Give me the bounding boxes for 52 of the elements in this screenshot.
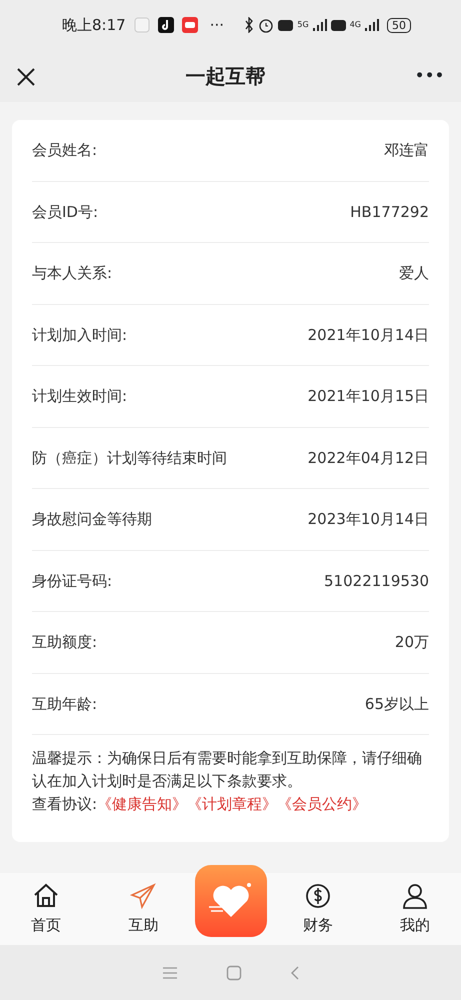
field-value: 爱人 [399,263,429,284]
field-value: 2021年10月15日 [308,386,429,407]
tab[interactable]: 我的 [369,882,461,936]
field-value: 51022119530 [324,570,429,592]
field-value: 邓连富 [384,140,429,161]
field-label: 互助额度: [32,632,98,653]
signal-icon [365,19,379,31]
network-label: 4G [350,21,361,29]
field-label: 防（癌症）计划等待结束时间 [32,448,227,468]
home-button-icon[interactable] [226,964,242,980]
tab[interactable]: 财务 [272,882,364,936]
agreements-label: 查看协议: [32,795,98,813]
field-label: 会员ID号: [32,202,98,222]
field-value: 2021年10月14日 [308,324,429,346]
field-label: 计划加入时间: [32,324,128,346]
field-label: 互助年龄: [32,694,98,714]
more-button[interactable]: ••• [415,66,445,86]
page-title: 一起互帮 [186,63,266,90]
tab[interactable]: 互助 [97,882,190,936]
more-notifications: ··· [210,14,224,36]
field-label: 会员姓名: [32,140,98,161]
field-value: 65岁以上 [364,694,429,714]
network-label: 5G [297,21,309,29]
back-icon[interactable] [290,964,300,980]
status-time: 晚上8:17 [62,14,126,36]
signal-icon [312,19,327,31]
home-icon [32,882,60,910]
alarm-icon [258,17,274,33]
paper-plane-icon [129,882,158,910]
battery-level: 50 [387,18,411,32]
agreement-link[interactable]: 《健康告知》 [97,795,188,813]
field-label: 计划生效时间: [32,386,128,407]
agreement-link[interactable]: 《会员公约》 [277,795,368,813]
field-label: 身份证号码: [32,570,112,592]
dollar-icon [304,882,332,910]
app-icon [182,17,198,33]
app-icon [134,17,150,33]
field-value: 20万 [394,632,429,653]
close-icon [16,66,36,87]
person-icon [401,882,429,910]
bluetooth-icon [244,17,254,33]
menu-icon[interactable] [162,966,178,980]
agreement-link[interactable]: 《计划章程》 [187,795,278,813]
field-label: 与本人关系: [32,263,112,284]
field-value: 2023年10月14日 [308,509,429,530]
field-label: 身故慰问金等待期 [32,509,152,530]
app-icon [158,17,174,33]
field-value: 2022年04月12日 [308,448,429,468]
tab[interactable]: 首页 [0,882,92,936]
field-value: HB177292 [350,202,429,222]
center-button[interactable] [194,865,266,937]
notice-text: 温馨提示：为确保日后有需要时能拿到互助保障，请仔细确认在加入计划时是否满足以下条款要求。 [32,748,423,792]
